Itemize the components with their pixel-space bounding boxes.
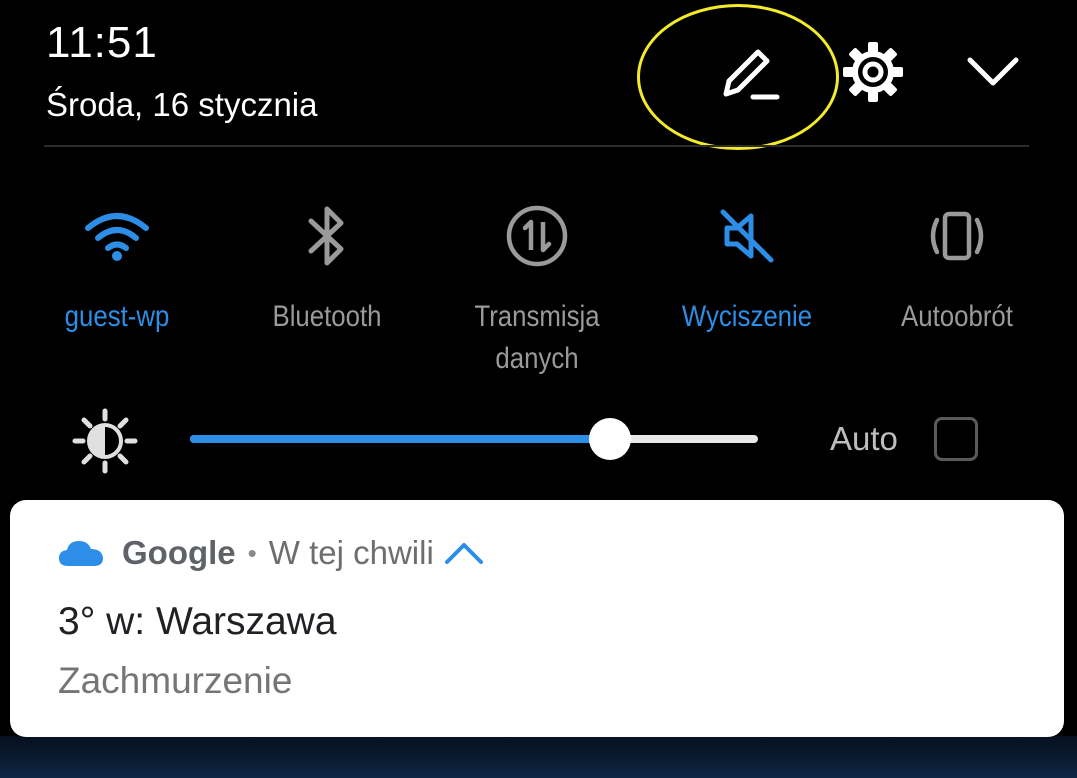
brightness-slider[interactable] (190, 417, 758, 461)
edit-icon (723, 49, 780, 100)
edit-button[interactable] (700, 34, 800, 114)
slider-fill (190, 435, 611, 443)
slider-thumb[interactable] (589, 418, 632, 460)
notification-shade: 11:51 Środa, 16 stycznia guest-wp Blueto… (0, 0, 1077, 778)
cloud-icon (59, 541, 103, 566)
settings-button[interactable] (835, 34, 911, 110)
bluetooth-icon (308, 206, 344, 266)
notification-collapse-button[interactable] (444, 541, 484, 565)
wallpaper (0, 736, 1077, 778)
tile-auto-rotate[interactable]: Autoobrót (852, 196, 1062, 380)
notification-separator: • (247, 537, 257, 568)
auto-brightness-label: Auto (830, 420, 898, 457)
notification-text: Zachmurzenie (58, 660, 293, 701)
chevron-down-icon (967, 57, 1019, 86)
quick-settings-tiles: guest-wp Bluetooth Transmisja danych Wyc… (12, 196, 1062, 380)
notification-title: 3° w: Warszawa (58, 600, 337, 643)
chevron-up-icon (444, 543, 483, 564)
tile-mobile-data[interactable]: Transmisja danych (432, 196, 642, 380)
tile-label: Autoobrót (901, 300, 1013, 333)
notification-time: W tej chwili (268, 534, 434, 571)
expand-button[interactable] (955, 34, 1031, 110)
tile-mute[interactable]: Wyciszenie (642, 196, 852, 380)
tile-label: Wyciszenie (681, 300, 813, 333)
tile-bluetooth[interactable]: Bluetooth (222, 196, 432, 380)
clock: 11:51 (46, 18, 158, 67)
date: Środa, 16 stycznia (46, 86, 318, 123)
notification-header: Google • W tej chwili (58, 534, 484, 572)
auto-rotate-icon (930, 211, 984, 261)
auto-brightness-checkbox[interactable] (934, 417, 978, 461)
tile-label: guest-wp (64, 300, 170, 333)
brightness-icon (72, 408, 138, 474)
wifi-icon (85, 213, 149, 261)
header-divider (44, 145, 1029, 147)
tile-wifi[interactable]: guest-wp (12, 196, 222, 380)
gear-icon (843, 42, 903, 102)
notification-card[interactable]: Google • W tej chwili 3° w: Warszawa Zac… (10, 500, 1064, 737)
notification-app-name: Google (122, 534, 236, 571)
mute-icon (720, 209, 774, 263)
mobile-data-icon (506, 205, 568, 267)
tile-label: Transmisja danych (474, 300, 600, 375)
tile-label: Bluetooth (272, 300, 382, 333)
